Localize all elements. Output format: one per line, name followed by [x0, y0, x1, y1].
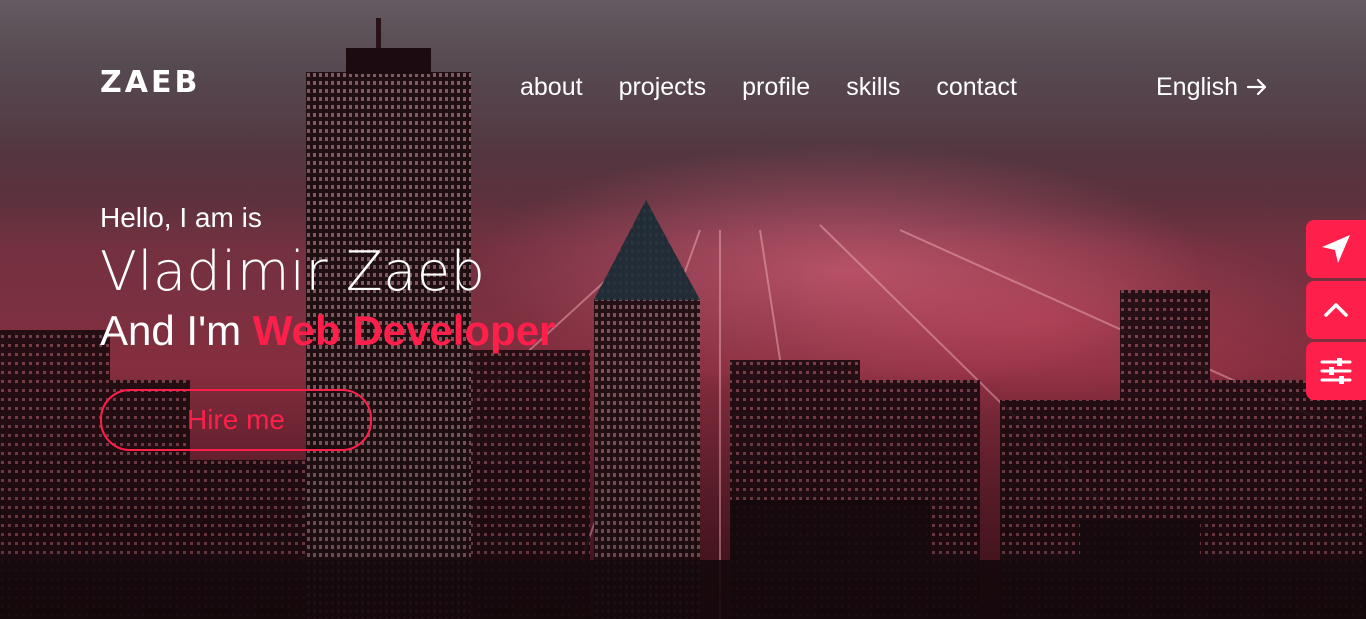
- navbar: ZAEB about projects profile skills conta…: [0, 0, 1366, 175]
- language-label: English: [1156, 73, 1238, 101]
- intro: Hello, I am is Vladimir Zaeb And I'm Web…: [100, 200, 555, 356]
- sliders-icon: [1320, 358, 1352, 384]
- nav-link-skills[interactable]: skills: [846, 72, 900, 102]
- navigate-button[interactable]: [1306, 220, 1366, 278]
- hire-me-button[interactable]: Hire me: [100, 389, 372, 451]
- logo[interactable]: ZAEB: [100, 66, 200, 100]
- scroll-top-button[interactable]: [1306, 281, 1366, 339]
- nav-link-contact[interactable]: contact: [936, 72, 1017, 102]
- navigation-arrow-icon: [1322, 235, 1350, 263]
- arrow-right-icon: [1246, 78, 1267, 96]
- nav-link-about[interactable]: about: [520, 72, 583, 102]
- role-line: And I'm Web Developer: [100, 306, 555, 356]
- language-switcher[interactable]: English: [1156, 72, 1268, 102]
- role-highlight: Web Developer: [252, 307, 556, 354]
- hero-section: ZAEB about projects profile skills conta…: [0, 0, 1366, 619]
- nav-link-profile[interactable]: profile: [742, 72, 810, 102]
- chevron-up-icon: [1324, 303, 1348, 317]
- side-buttons: [1306, 220, 1366, 403]
- person-name: Vladimir Zaeb: [100, 240, 486, 303]
- nav-links: about projects profile skills contact: [520, 72, 1053, 102]
- role-prefix: And I'm: [100, 307, 242, 354]
- settings-button[interactable]: [1306, 342, 1366, 400]
- nav-link-projects[interactable]: projects: [619, 72, 707, 102]
- greeting-text: Hello, I am is: [100, 202, 262, 233]
